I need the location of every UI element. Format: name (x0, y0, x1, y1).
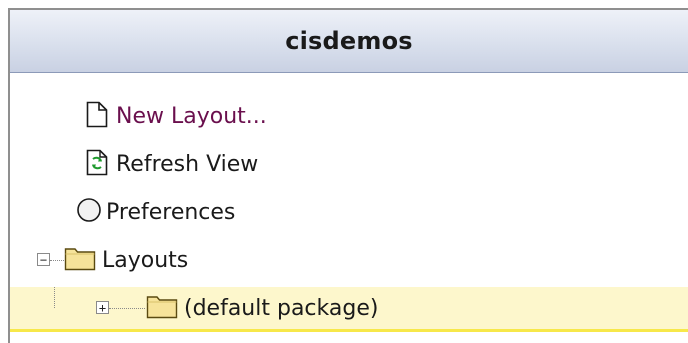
folder-icon (146, 293, 178, 323)
tree-connector (54, 287, 55, 308)
tree-node-default-package[interactable]: + (default package) (10, 287, 688, 332)
preferences-circle-icon (76, 197, 102, 227)
tree-node-default-package-label[interactable]: (default package) (184, 296, 378, 321)
tree-connector (50, 260, 64, 261)
layout-panel: cisdemos New Layout... Refresh View Pref… (8, 8, 688, 343)
folder-icon (64, 245, 96, 275)
panel-header: cisdemos (10, 10, 688, 73)
refresh-icon (86, 149, 108, 180)
panel-title: cisdemos (285, 27, 413, 55)
preferences-label[interactable]: Preferences (106, 200, 235, 225)
collapse-toggle[interactable]: − (37, 253, 50, 266)
refresh-view-item[interactable]: Refresh View (10, 143, 688, 185)
expand-toggle[interactable]: + (96, 301, 109, 314)
tree-node-layouts[interactable]: − Layouts (10, 239, 688, 281)
preferences-item[interactable]: Preferences (10, 191, 688, 233)
new-layout-label[interactable]: New Layout... (116, 104, 267, 129)
tree-node-layouts-label[interactable]: Layouts (102, 248, 188, 273)
new-layout-item[interactable]: New Layout... (10, 95, 688, 137)
tree-connector (109, 308, 145, 309)
refresh-view-label[interactable]: Refresh View (116, 152, 258, 177)
new-document-icon (86, 101, 108, 132)
